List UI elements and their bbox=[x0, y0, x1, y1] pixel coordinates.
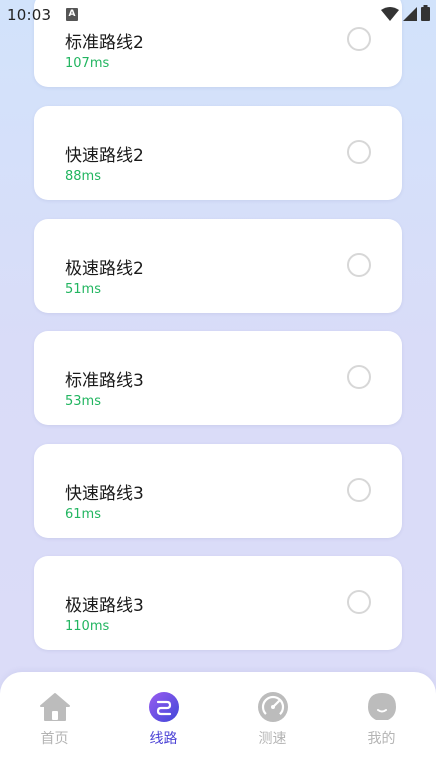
tab-label: 我的 bbox=[367, 731, 396, 747]
route-name: 快速路线3 bbox=[65, 484, 144, 504]
route-radio[interactable] bbox=[347, 140, 371, 164]
route-name: 极速路线3 bbox=[65, 596, 144, 616]
route-latency: 53ms bbox=[65, 394, 101, 409]
tab-label: 测速 bbox=[258, 731, 287, 747]
tab-profile[interactable]: 我的 bbox=[327, 672, 436, 775]
tab-home[interactable]: 首页 bbox=[0, 672, 109, 775]
tab-label: 首页 bbox=[40, 731, 69, 747]
wifi-icon bbox=[381, 6, 399, 25]
speedometer-icon bbox=[256, 690, 290, 724]
tab-speedtest[interactable]: 测速 bbox=[218, 672, 327, 775]
route-icon bbox=[147, 690, 181, 724]
status-bar: 10:03 A bbox=[0, 0, 436, 30]
home-icon bbox=[38, 690, 72, 724]
route-radio[interactable] bbox=[347, 590, 371, 614]
route-latency: 88ms bbox=[65, 169, 101, 184]
route-radio[interactable] bbox=[347, 365, 371, 389]
route-name: 极速路线2 bbox=[65, 259, 144, 279]
profile-icon bbox=[365, 690, 399, 724]
route-latency: 110ms bbox=[65, 619, 110, 634]
notification-icon: A bbox=[66, 8, 78, 21]
route-latency: 51ms bbox=[65, 282, 101, 297]
route-radio[interactable] bbox=[347, 27, 371, 51]
tab-label: 线路 bbox=[149, 731, 178, 747]
route-card[interactable]: 快速路线2 88ms bbox=[34, 106, 402, 200]
route-radio[interactable] bbox=[347, 253, 371, 277]
route-radio[interactable] bbox=[347, 478, 371, 502]
status-icons bbox=[381, 5, 430, 25]
route-card[interactable]: 极速路线3 110ms bbox=[34, 556, 402, 650]
route-name: 快速路线2 bbox=[65, 146, 144, 166]
route-latency: 61ms bbox=[65, 507, 101, 522]
status-time: 10:03 bbox=[7, 6, 52, 24]
bottom-tab-bar: 首页 线路 测速 我的 bbox=[0, 672, 436, 775]
route-latency: 107ms bbox=[65, 56, 110, 71]
route-card[interactable]: 标准路线3 53ms bbox=[34, 331, 402, 425]
route-name: 标准路线2 bbox=[65, 33, 144, 53]
tab-routes[interactable]: 线路 bbox=[109, 672, 218, 775]
signal-icon bbox=[403, 6, 417, 25]
route-card[interactable]: 快速路线3 61ms bbox=[34, 444, 402, 538]
battery-icon bbox=[421, 5, 430, 25]
route-name: 标准路线3 bbox=[65, 371, 144, 391]
route-card[interactable]: 极速路线2 51ms bbox=[34, 219, 402, 313]
